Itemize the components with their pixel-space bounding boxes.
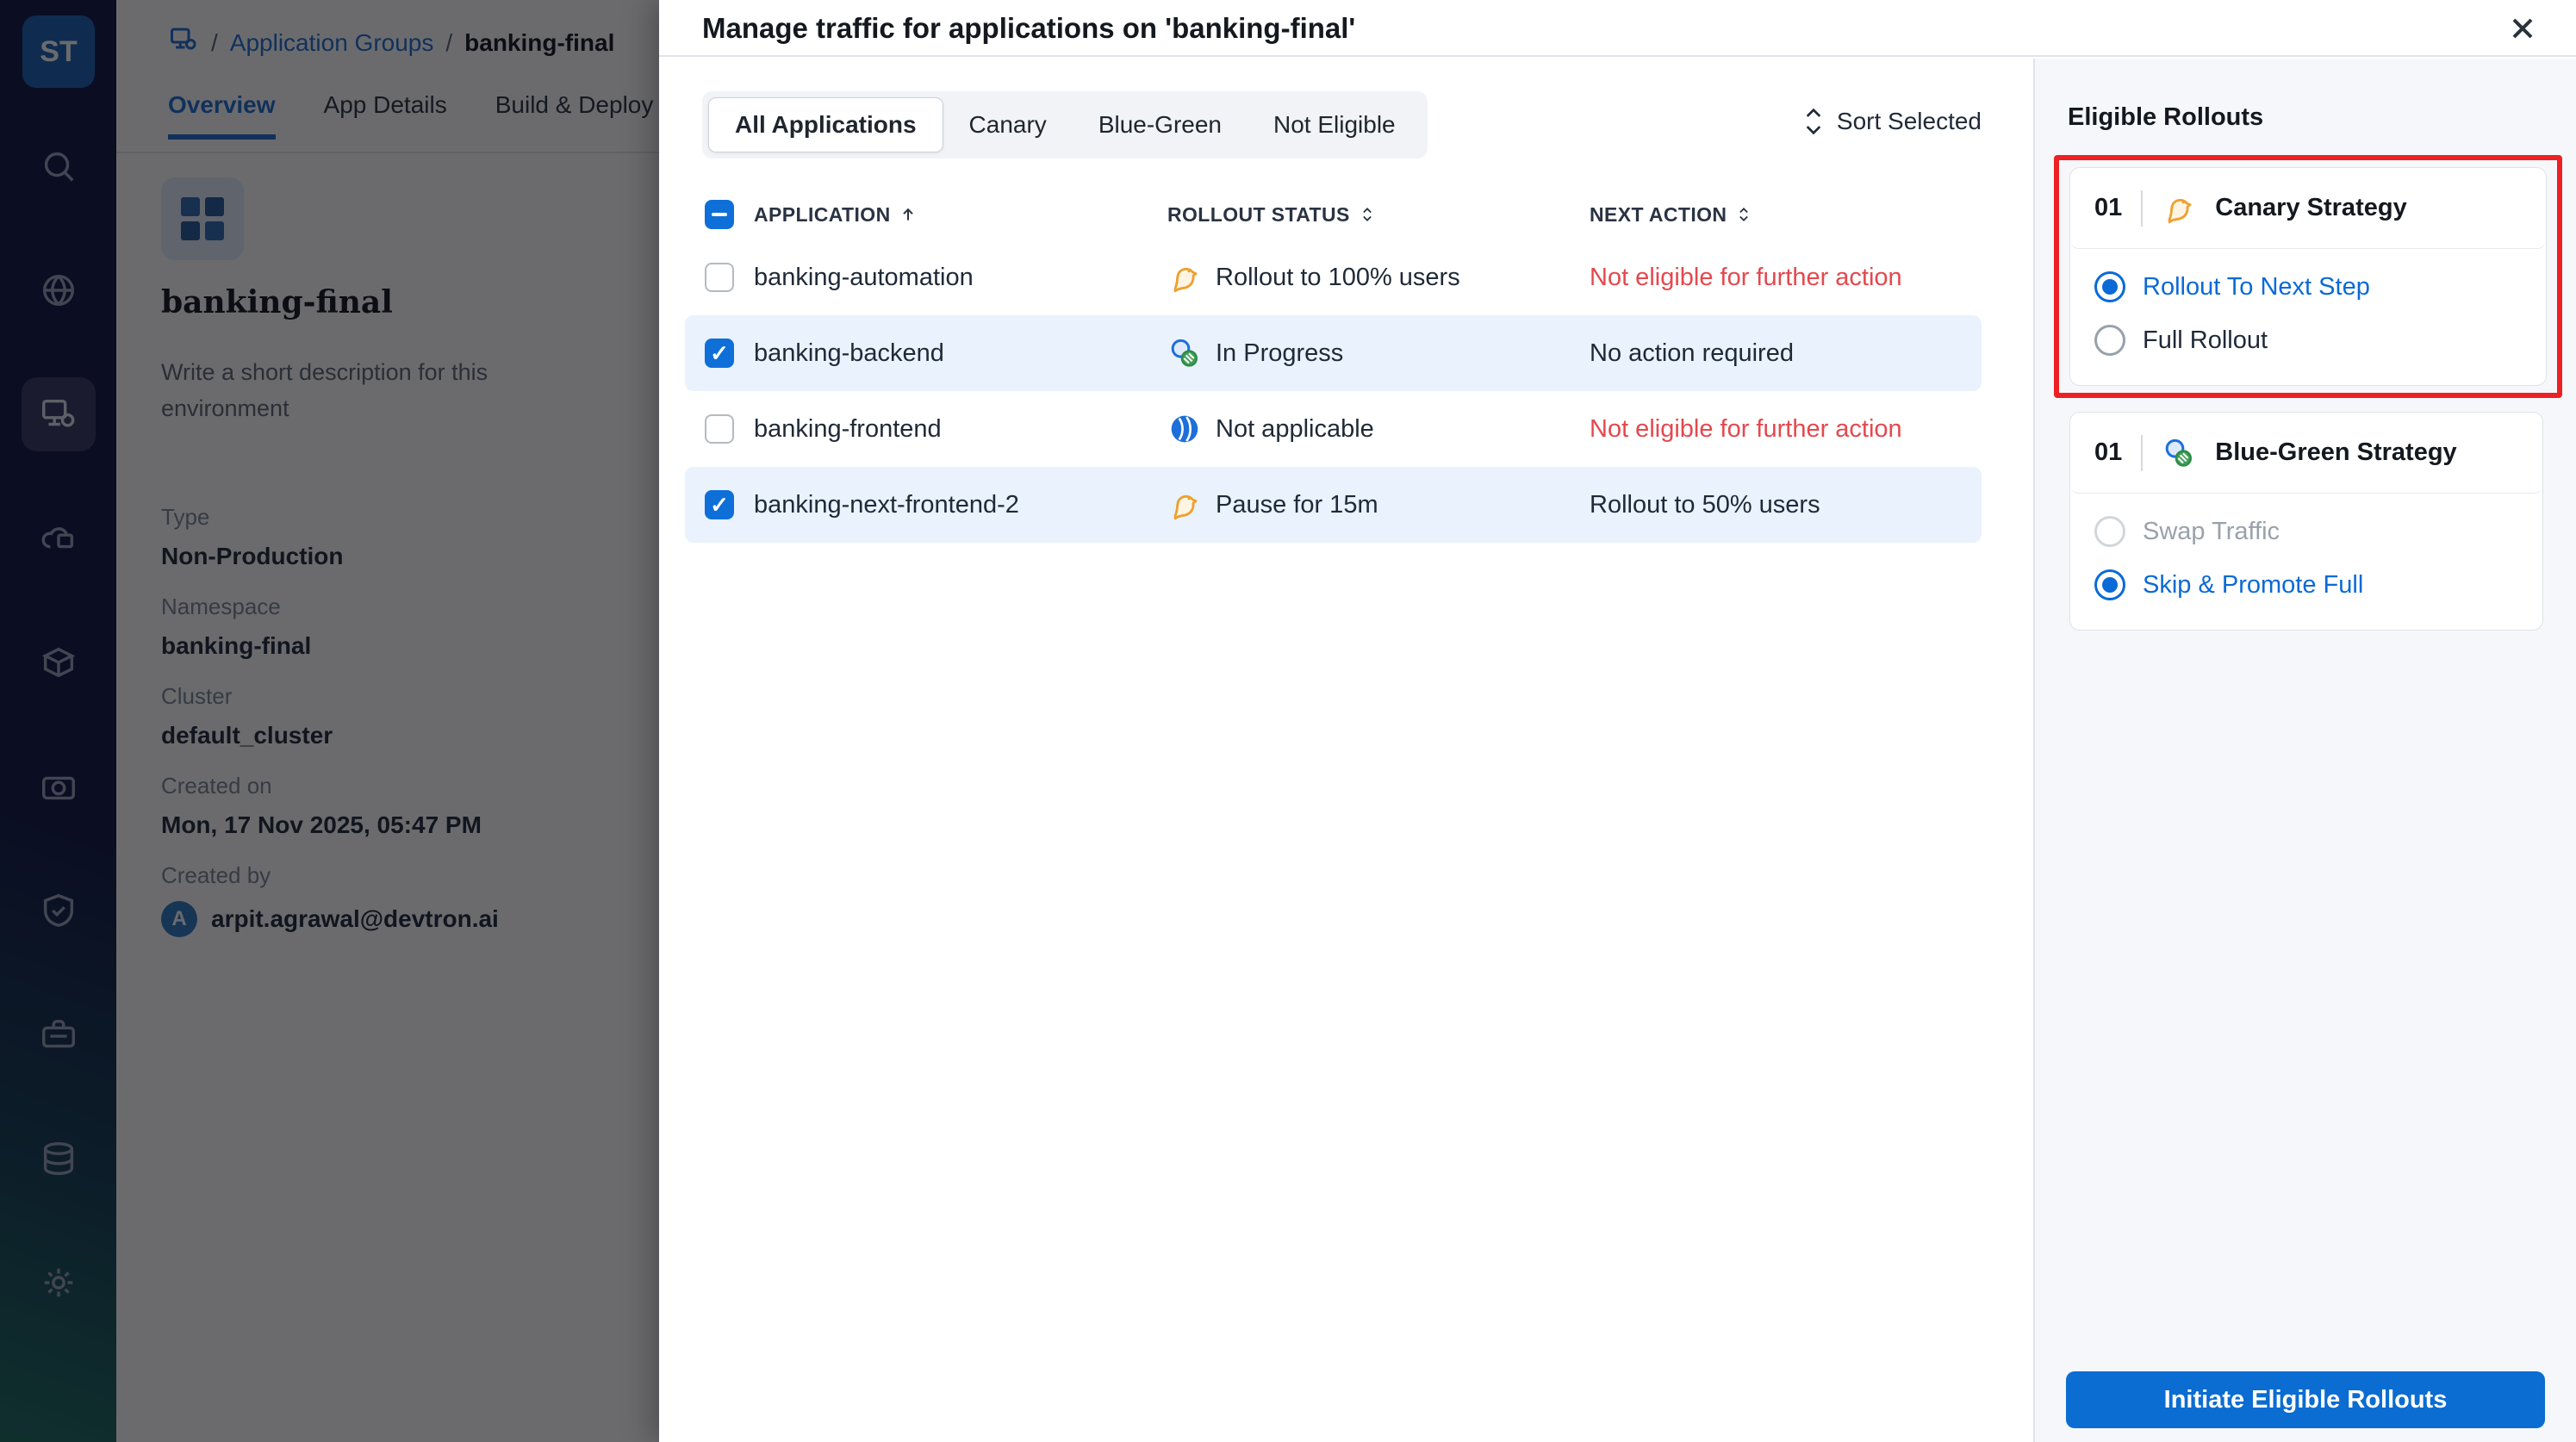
table-row-banking-frontend[interactable]: banking-frontend Not applicable Not eligib… (685, 391, 1982, 467)
tab-all-applications[interactable]: All Applications (708, 97, 943, 152)
blue-green-icon (2165, 438, 2193, 467)
radio-option-full-rollout[interactable]: Full Rollout (2094, 325, 2522, 356)
close-icon[interactable] (2504, 10, 2542, 48)
radio-label: Rollout To Next Step (2143, 272, 2370, 301)
strategy-number: 01 (2094, 438, 2123, 466)
row-checkbox[interactable] (705, 263, 734, 292)
strategy-options: Rollout To Next Step Full Rollout (2070, 249, 2546, 385)
modal-main: All Applications Canary Blue-Green Not Elig… (659, 59, 2033, 1442)
modal-title: Manage traffic for applications on 'bank… (702, 12, 1356, 44)
sort-selected-button[interactable]: Sort Selected (1802, 107, 1982, 136)
strategy-header: 01 Canary Strategy (2070, 168, 2546, 249)
canary-icon (1173, 494, 1198, 520)
select-all-checkbox[interactable] (705, 200, 734, 229)
sort-arrows-icon (1362, 208, 1372, 221)
radio-disabled-icon (2094, 516, 2125, 547)
application-name: banking-next-frontend-2 (754, 490, 1019, 519)
strategy-name: Canary Strategy (2215, 194, 2407, 221)
row-checkbox[interactable] (705, 339, 734, 368)
sort-arrows-icon (1739, 208, 1749, 221)
radio-selected-icon[interactable] (2094, 569, 2125, 600)
application-name: banking-frontend (754, 414, 942, 443)
table-body: banking-automation Rollout to 100% users N… (685, 239, 1982, 543)
radio-label: Skip & Promote Full (2143, 570, 2364, 599)
modal-backdrop (0, 0, 659, 1442)
arrow-up-icon (902, 208, 913, 221)
row-checkbox[interactable] (705, 414, 734, 444)
canary-icon (2168, 198, 2192, 223)
modal-header: Manage traffic for applications on 'bank… (659, 0, 2576, 57)
strategy-blue-green-strategy: 01 Blue-Green Strategy Swap Traffic Skip & … (2069, 412, 2543, 631)
rollout-status-label: Rollout to 100% users (1216, 263, 1460, 291)
next-action: No action required (1590, 339, 1794, 367)
column-header-application[interactable]: APPLICATION (754, 202, 1167, 227)
strategy-number: 01 (2094, 194, 2123, 221)
radio-option-rollout-to-next-step[interactable]: Rollout To Next Step (2094, 271, 2522, 302)
rollout-status-label: Pause for 15m (1216, 490, 1378, 519)
strategy-cards: 01 Canary Strategy Rollout To Next Step Ful… (2035, 155, 2576, 644)
background-page: ST / Application Groups / banking-final … (0, 0, 659, 1442)
rollout-status-label: In Progress (1216, 339, 1344, 367)
manage-traffic-modal: Manage traffic for applications on 'bank… (659, 0, 2576, 1442)
radio-option-swap-traffic: Swap Traffic (2094, 516, 2518, 547)
next-action: Rollout to 50% users (1590, 490, 1820, 519)
table-header-row: APPLICATION ROLLOUT STATUS NEXT ACTION (685, 190, 1982, 239)
strategy-header: 01 Blue-Green Strategy (2070, 413, 2542, 494)
next-action: Not eligible for further action (1590, 414, 1902, 443)
rollout-status: Not applicable (1167, 412, 1590, 446)
rollout-status-label: Not applicable (1216, 414, 1374, 443)
tab-blue-green[interactable]: Blue-Green (1073, 97, 1248, 152)
not-applicable-icon (1171, 415, 1198, 443)
applications-table: APPLICATION ROLLOUT STATUS NEXT ACTION b… (685, 190, 1982, 543)
strategy-name: Blue-Green Strategy (2215, 438, 2457, 466)
sort-selected-label: Sort Selected (1836, 108, 1982, 134)
table-row-banking-backend[interactable]: banking-backend In Progress No action requ… (685, 315, 1982, 391)
column-label: NEXT ACTION (1590, 202, 1727, 226)
column-header-rollout-status[interactable]: ROLLOUT STATUS (1167, 202, 1590, 227)
rollout-status: Pause for 15m (1167, 488, 1590, 522)
next-action: Not eligible for further action (1590, 263, 1902, 291)
modal-tabs: All Applications Canary Blue-Green Not Elig… (702, 91, 1428, 158)
application-name: banking-backend (754, 339, 944, 367)
strategy-canary-strategy-highlighted: 01 Canary Strategy Rollout To Next Step Ful… (2054, 155, 2562, 398)
strategy-card: 01 Canary Strategy Rollout To Next Step Ful… (2069, 167, 2547, 386)
radio-selected-icon[interactable] (2094, 271, 2125, 302)
table-row-banking-next-frontend-2[interactable]: banking-next-frontend-2 Pause for 15m Roll… (685, 467, 1982, 543)
radio-unselected-icon[interactable] (2094, 325, 2125, 356)
table-row-banking-automation[interactable]: banking-automation Rollout to 100% users N… (685, 239, 1982, 315)
eligible-rollouts-panel: Eligible Rollouts 01 Canary Strategy Rollo… (2033, 59, 2576, 1442)
radio-label: Swap Traffic (2143, 517, 2280, 545)
sort-arrows-icon (1806, 108, 1821, 135)
tab-canary[interactable]: Canary (943, 97, 1073, 152)
canary-icon (1173, 267, 1198, 293)
radio-label: Full Rollout (2143, 326, 2268, 354)
radio-option-skip-promote-full[interactable]: Skip & Promote Full (2094, 569, 2518, 600)
column-label: APPLICATION (754, 202, 891, 226)
blue-green-icon (1171, 339, 1198, 367)
rollout-status: In Progress (1167, 336, 1590, 370)
application-name: banking-automation (754, 263, 974, 291)
strategy-card: 01 Blue-Green Strategy Swap Traffic Skip & … (2069, 412, 2543, 631)
column-label: ROLLOUT STATUS (1167, 202, 1350, 226)
tab-not-eligible[interactable]: Not Eligible (1248, 97, 1422, 152)
panel-title: Eligible Rollouts (2068, 103, 2264, 131)
row-checkbox[interactable] (705, 490, 734, 519)
initiate-eligible-rollouts-button[interactable]: Initiate Eligible Rollouts (2066, 1371, 2545, 1428)
rollout-status: Rollout to 100% users (1167, 260, 1590, 295)
strategy-options: Swap Traffic Skip & Promote Full (2070, 494, 2542, 630)
divider (2141, 190, 2144, 227)
column-header-next-action[interactable]: NEXT ACTION (1590, 202, 1982, 227)
divider (2141, 434, 2144, 471)
